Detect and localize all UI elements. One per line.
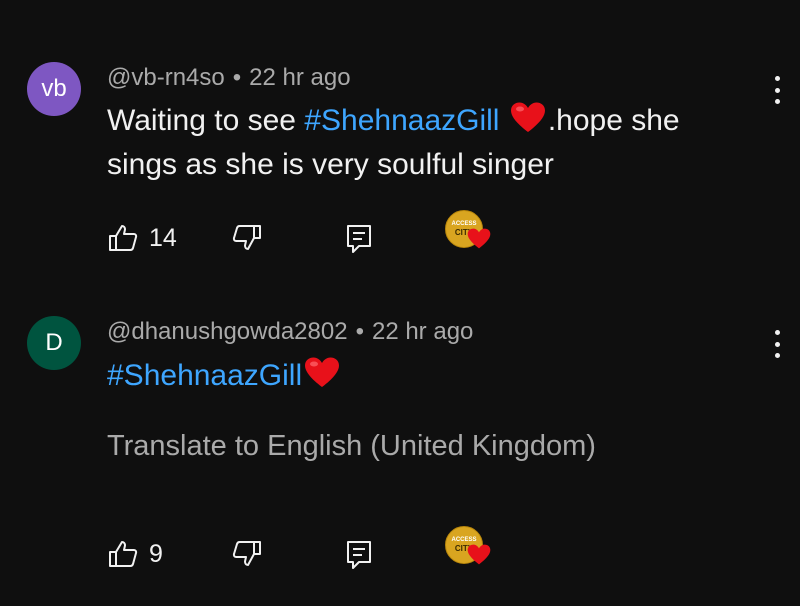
- comment-meta: @vb-rn4so • 22 hr ago: [107, 64, 351, 92]
- reply-icon: [347, 541, 371, 569]
- meta-separator: •: [355, 318, 364, 345]
- creator-heart-badge: ACCESS CITY: [445, 526, 497, 578]
- thumbs-down-icon: [232, 225, 261, 250]
- more-vertical-icon: [774, 330, 780, 335]
- dislike-button[interactable]: [231, 534, 263, 574]
- comment-actions: 9 ACCESS CITY: [107, 526, 527, 574]
- meta-separator: •: [232, 64, 242, 91]
- badge-line-1: ACCESS: [451, 221, 477, 227]
- comment-timestamp[interactable]: 22 hr ago: [249, 64, 350, 91]
- avatar-initials: D: [45, 329, 63, 356]
- comment-timestamp[interactable]: 22 hr ago: [372, 318, 473, 345]
- like-button[interactable]: 14: [107, 218, 177, 258]
- thumbs-up-icon: [109, 541, 138, 567]
- red-heart-icon: [510, 102, 545, 132]
- like-count: 14: [149, 223, 177, 252]
- red-heart-icon: [467, 228, 491, 249]
- red-heart-icon: [305, 357, 340, 387]
- partial-heart-icon: [452, 0, 488, 6]
- more-vertical-icon: [774, 76, 780, 81]
- comment-meta: @dhanushgowda2802 • 22 hr ago: [107, 318, 473, 346]
- like-button[interactable]: 9: [107, 534, 163, 574]
- author-name[interactable]: @vb-rn4so: [107, 64, 225, 91]
- comment-text: #ShehnaazGill: [107, 354, 747, 398]
- like-count: 9: [149, 539, 163, 568]
- comment-actions: 14 ACCESS CITY: [107, 210, 527, 258]
- comment-text: Waiting to see #ShehnaazGill .hope she s…: [107, 99, 747, 187]
- comment-menu-button[interactable]: [762, 326, 792, 362]
- creator-heart-badge: ACCESS CITY: [445, 210, 497, 262]
- thumbs-down-icon: [232, 541, 261, 566]
- avatar-initials: vb: [41, 75, 67, 102]
- reply-button[interactable]: [343, 534, 375, 574]
- translate-link[interactable]: Translate to English (United Kingdom): [107, 430, 596, 463]
- reply-icon: [347, 225, 371, 253]
- dislike-button[interactable]: [231, 218, 263, 258]
- thumbs-up-icon: [109, 225, 138, 251]
- red-heart-icon: [467, 544, 491, 565]
- reply-button[interactable]: [343, 218, 375, 258]
- avatar[interactable]: D: [27, 316, 81, 370]
- avatar[interactable]: vb: [27, 62, 81, 116]
- hashtag-link[interactable]: #ShehnaazGill: [304, 104, 499, 137]
- badge-line-1: ACCESS: [451, 537, 477, 543]
- comment-text-before: Waiting to see: [107, 104, 305, 137]
- hashtag-link[interactable]: #ShehnaazGill: [107, 359, 302, 392]
- comment-menu-button[interactable]: [762, 72, 792, 108]
- author-name[interactable]: @dhanushgowda2802: [107, 318, 348, 345]
